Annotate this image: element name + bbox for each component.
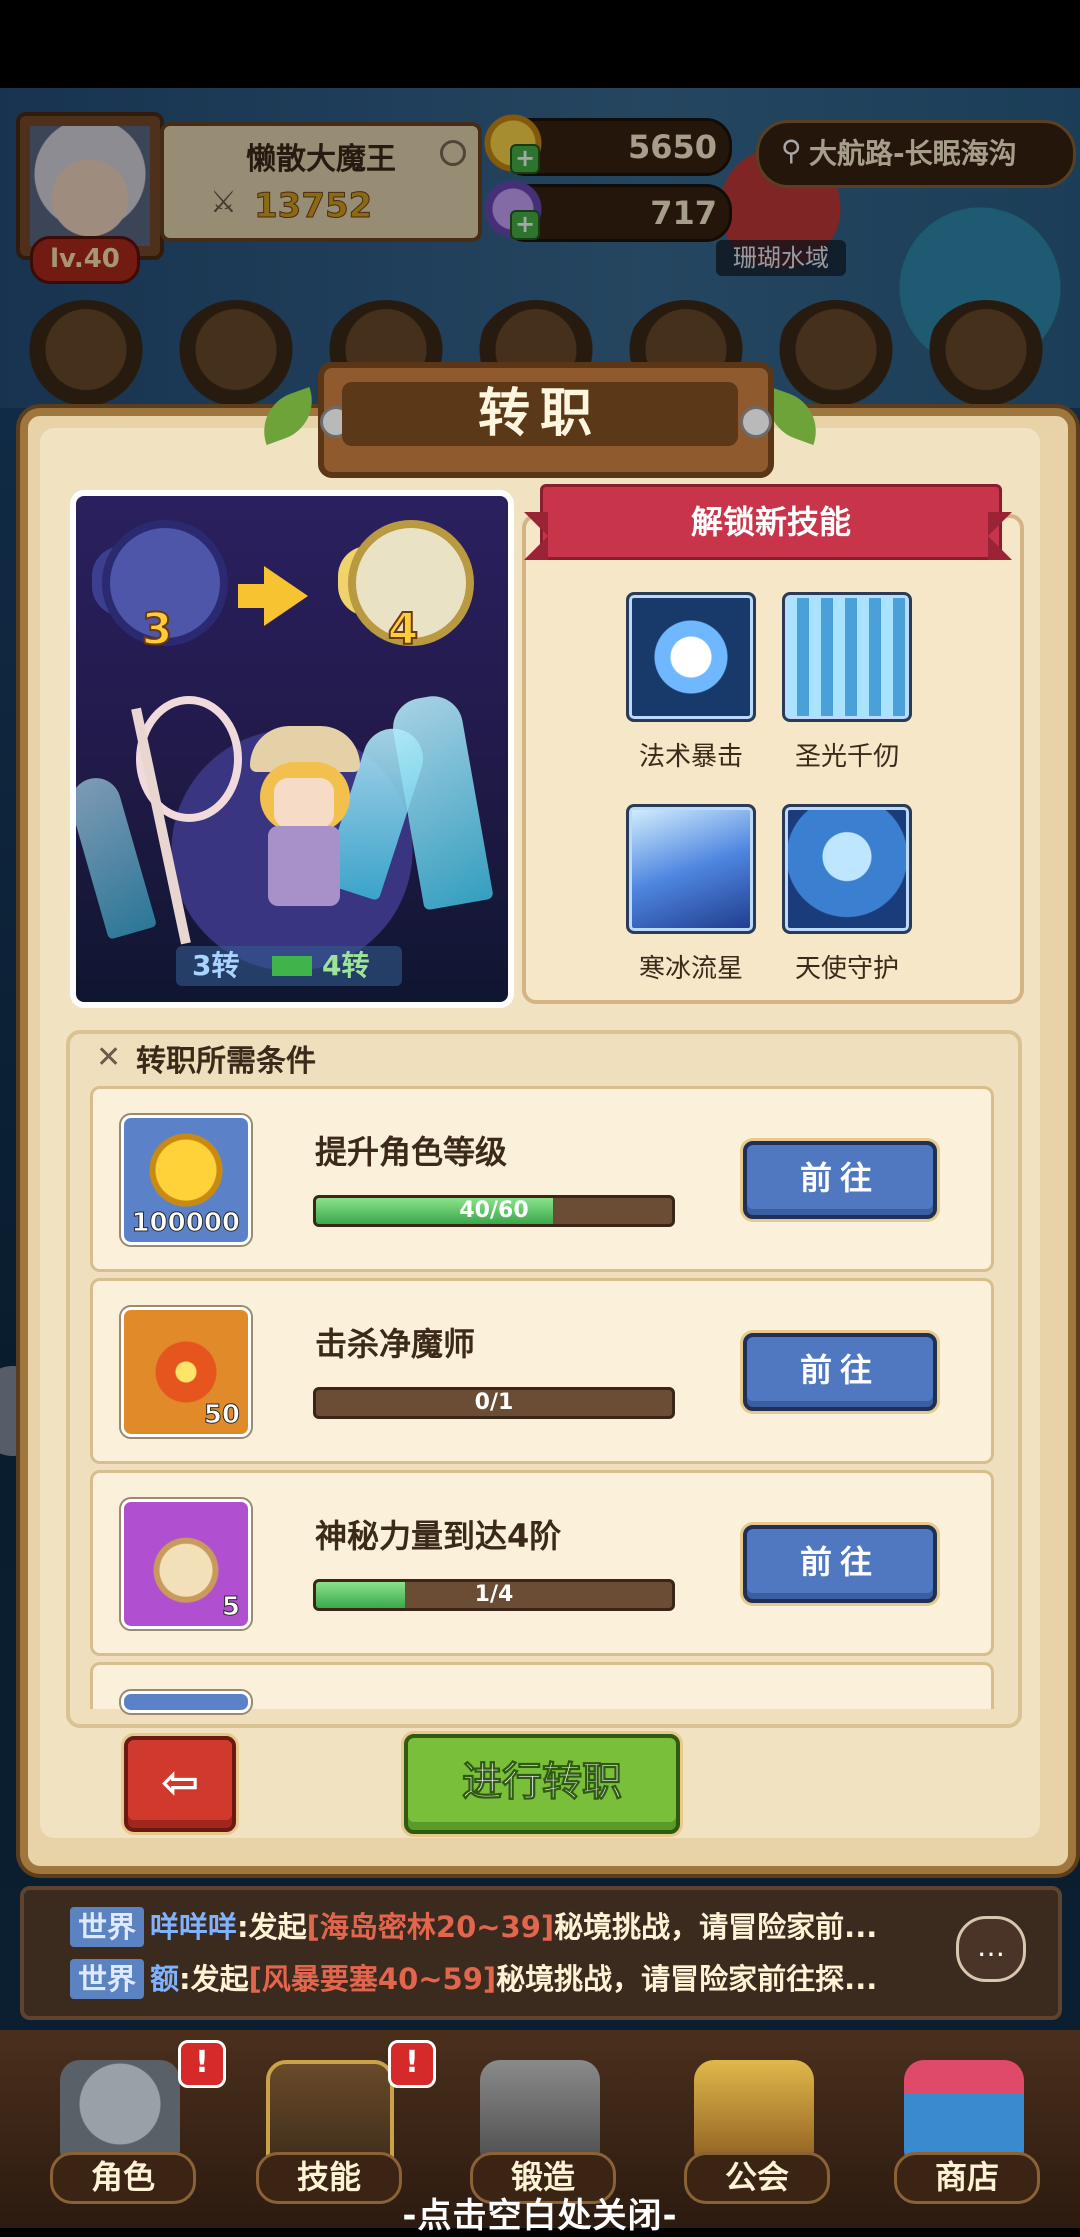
condition-progress-bar: 0/1	[313, 1387, 675, 1419]
holy-light-icon	[782, 592, 912, 722]
go-button[interactable]: 前往	[743, 1333, 937, 1411]
gold-coin-icon: 100000	[121, 1115, 251, 1245]
item-count: 100000	[131, 1208, 241, 1239]
condition-label: 提升角色等级	[315, 1133, 508, 1171]
chat-user[interactable]: 额	[150, 1962, 179, 1996]
skills-ribbon: 解锁新技能	[540, 484, 1002, 560]
condition-progress-bar: 1/4	[313, 1579, 675, 1611]
ribbon-tail-left	[524, 512, 548, 560]
back-button[interactable]: ⇦	[124, 1736, 236, 1832]
nav-forge[interactable]: 锻造	[450, 2040, 630, 2210]
chat-text: :发起	[179, 1962, 249, 1996]
chat-dungeon-link[interactable]: [海岛密林20~39]	[307, 1910, 555, 1944]
condition-progress-bar: 40/60	[313, 1195, 675, 1227]
skill-name: 天使守护	[794, 954, 899, 984]
skill-name: 寒冰流星	[638, 954, 743, 984]
chat-text: 秘境挑战，请冒险家前往探...	[496, 1962, 878, 1996]
chat-message: 世界 额:发起[风暴要塞40~59]秘境挑战，请冒险家前往探...	[70, 1956, 980, 2002]
nav-guild[interactable]: 公会	[664, 2040, 844, 2210]
confirm-button-label: 进行转职	[462, 1759, 623, 1806]
rank-change-strip: 3转 4转	[176, 946, 402, 986]
title-inner: 转职	[342, 382, 738, 446]
skill-item[interactable]: 圣光千仞	[782, 592, 912, 773]
go-button-label: 前往	[799, 1543, 880, 1581]
skill-item[interactable]: 法术暴击	[626, 592, 756, 773]
rank-from-label: 3转	[192, 949, 240, 982]
ice-meteor-icon	[626, 804, 756, 934]
chat-channel-tag: 世界	[70, 1959, 145, 1999]
rank-to-label: 4转	[322, 949, 370, 982]
chat-dungeon-link[interactable]: [风暴要塞40~59]	[249, 1962, 497, 1996]
alert-icon: !	[388, 2040, 436, 2088]
mage-character	[242, 726, 362, 926]
condition-row: 5 神秘力量到达4阶 1/4 前往	[90, 1470, 994, 1656]
condition-label: 击杀净魔师	[315, 1325, 476, 1363]
world-chat-panel[interactable]: 世界 咩咩咩:发起[海岛密林20~39]秘境挑战，请冒险家前... 世界 额:发起[…	[20, 1886, 1062, 2020]
fruit-tart-icon: 5	[121, 1499, 251, 1629]
progress-text: 1/4	[474, 1582, 514, 1607]
nav-shop[interactable]: 商店	[874, 2040, 1054, 2210]
status-bar	[0, 0, 1080, 88]
skill-item[interactable]: 寒冰流星	[626, 804, 756, 985]
crossed-swords-icon: ✕	[96, 1040, 122, 1075]
confirm-job-change-button[interactable]: 进行转职	[404, 1734, 680, 1834]
condition-row: 50 击杀净魔师 0/1 前往	[90, 1278, 994, 1464]
chat-bubble-icon[interactable]: …	[956, 1916, 1026, 1982]
dialog-title-plaque: 转职	[318, 362, 774, 478]
chat-text: 秘境挑战，请冒险家前...	[554, 1910, 878, 1944]
skill-name: 圣光千仞	[794, 742, 899, 772]
chat-user[interactable]: 咩咩咩	[150, 1910, 237, 1944]
progress-text: 0/1	[474, 1390, 514, 1415]
skill-name: 法术暴击	[638, 742, 743, 772]
ribbon-tail-right	[988, 512, 1012, 560]
skills-header: 解锁新技能	[690, 503, 851, 541]
close-hint: -点击空白处关闭-	[402, 2196, 678, 2236]
condition-label: 神秘力量到达4阶	[315, 1517, 562, 1555]
chat-channel-tag: 世界	[70, 1907, 145, 1947]
spell-crit-icon	[626, 592, 756, 722]
arrow-right-icon	[264, 566, 308, 626]
dialog-title: 转职	[477, 384, 602, 444]
current-rank-number: 3	[141, 603, 174, 656]
rank-emblem-next: 4	[338, 506, 474, 656]
exit-arrow-icon: ⇦	[160, 1755, 200, 1809]
chat-message: 世界 咩咩咩:发起[海岛密林20~39]秘境挑战，请冒险家前...	[70, 1904, 980, 1950]
crystal-decoration	[76, 772, 158, 940]
conditions-title: 转职所需条件	[136, 1044, 316, 1079]
character-face	[274, 778, 334, 828]
go-button[interactable]: 前往	[743, 1525, 937, 1603]
item-count: 5	[221, 1592, 240, 1623]
condition-row: 100000 提升角色等级 40/60 前往	[90, 1086, 994, 1272]
item-count: 50	[203, 1400, 240, 1431]
rank-emblem-current: 3	[92, 506, 228, 656]
bolt-icon	[740, 406, 772, 438]
condition-item-partial	[121, 1691, 251, 1713]
angel-guard-icon	[782, 804, 912, 934]
go-button-label: 前往	[799, 1159, 880, 1197]
green-arrow-icon	[272, 956, 312, 976]
go-button[interactable]: 前往	[743, 1141, 937, 1219]
chat-text: :发起	[237, 1910, 307, 1944]
character-body	[268, 826, 340, 906]
red-star-icon: 50	[121, 1307, 251, 1437]
go-button-label: 前往	[799, 1351, 880, 1389]
next-rank-number: 4	[387, 603, 420, 656]
alert-icon: !	[178, 2040, 226, 2088]
skill-item[interactable]: 天使守护	[782, 804, 912, 985]
job-preview-image: 3 4 3转 4转	[70, 490, 514, 1008]
progress-text: 40/60	[459, 1198, 529, 1223]
condition-row-partial	[90, 1662, 994, 1713]
